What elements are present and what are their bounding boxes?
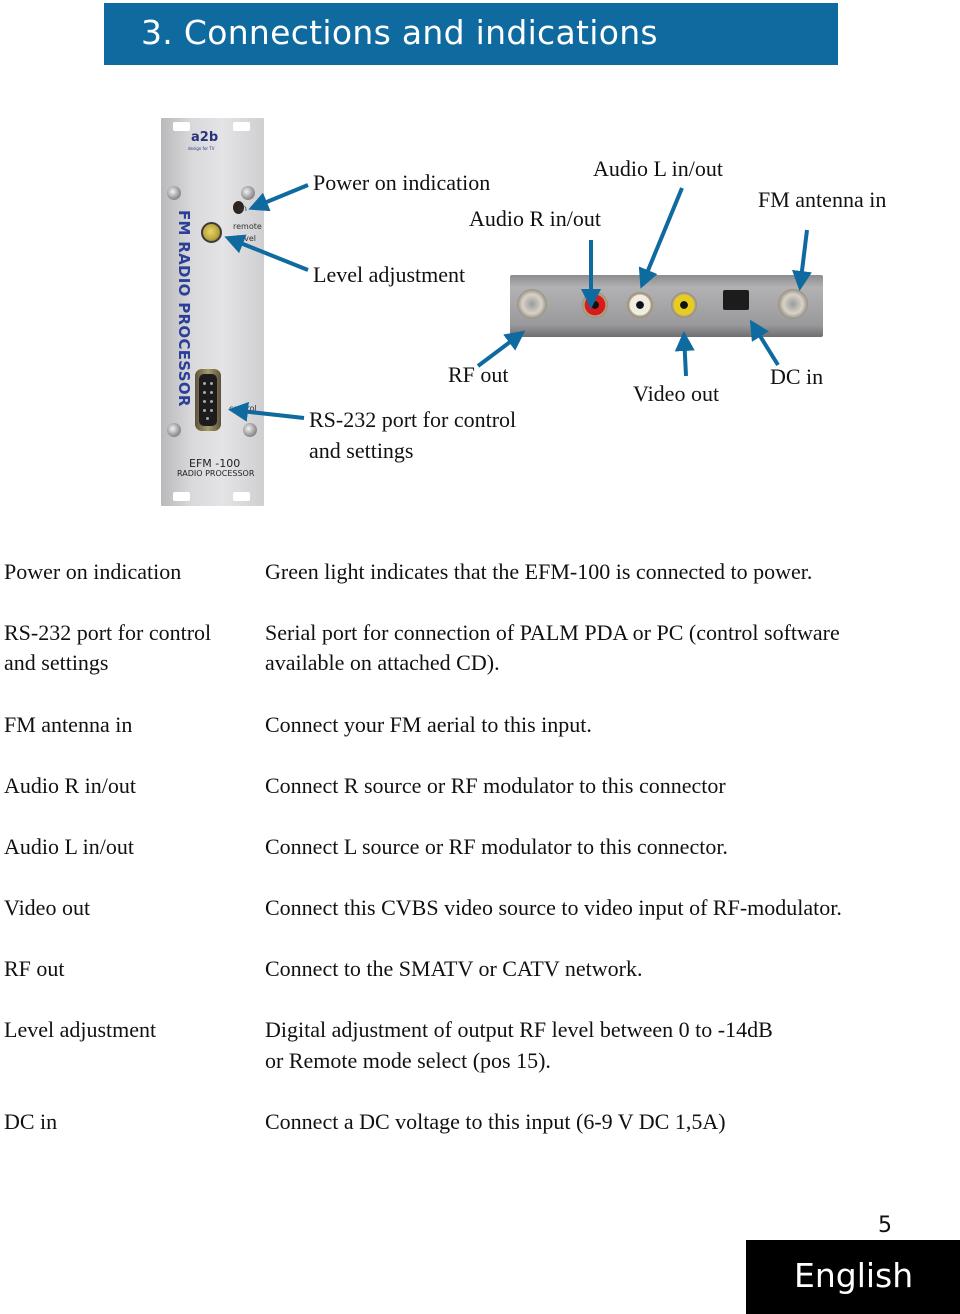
callout-rs232-line1: RS-232 port for control [309, 407, 517, 432]
mounting-slot [233, 492, 250, 501]
row-description: or Remote mode select (pos 15). [265, 1048, 551, 1073]
callout-audio-l: Audio L in/out [593, 156, 723, 181]
row-label: FM antenna in [4, 712, 133, 737]
row-label: Power on indication [4, 559, 182, 584]
level-knob-icon [201, 222, 222, 243]
callout-rs232-line2: and settings [309, 438, 414, 463]
fm-antenna-connector-icon [778, 289, 808, 319]
screw-icon [243, 423, 257, 437]
rs232-port-icon [195, 369, 221, 431]
knob-label-remote: remote [233, 222, 262, 231]
brand-tagline: design for TV [188, 146, 215, 151]
row-description: available on attached CD). [265, 650, 500, 675]
arrow-video-out [674, 331, 695, 377]
video-out-connector-icon [671, 292, 697, 318]
row-description: Digital adjustment of output RF level be… [265, 1017, 773, 1042]
language-label: English [794, 1256, 914, 1295]
mounting-slot [173, 122, 190, 131]
port-label: control [229, 404, 257, 413]
mounting-slot [173, 492, 190, 501]
panel-model-subtitle: RADIO PROCESSOR [177, 469, 255, 478]
row-description: Connect L source or RF modulator to this… [265, 834, 728, 859]
screw-icon [241, 186, 255, 200]
callout-fm-antenna: FM antenna in [758, 187, 887, 212]
section-title: 3. Connections and indications [141, 13, 658, 52]
page-number: 5 [878, 1213, 892, 1238]
screw-icon [167, 423, 181, 437]
callout-power-on: Power on indication [313, 170, 491, 195]
row-label: Level adjustment [4, 1017, 157, 1042]
row-label: RS-232 port for control [4, 620, 212, 645]
rf-out-connector-icon [517, 289, 547, 319]
knob-label-level: level [237, 234, 257, 243]
row-description: Connect to the SMATV or CATV network. [265, 956, 643, 981]
callout-dc-in: DC in [770, 364, 824, 389]
callout-audio-r: Audio R in/out [469, 206, 602, 231]
screw-icon [167, 186, 181, 200]
brand-logo: a2b [191, 130, 219, 145]
row-label: DC in [4, 1109, 58, 1134]
row-description: Connect your FM aerial to this input. [265, 712, 592, 737]
row-label: Audio R in/out [4, 773, 137, 798]
row-label: RF out [4, 956, 65, 981]
row-label: Audio L in/out [4, 834, 134, 859]
led-label: on [237, 204, 247, 213]
callout-rf-out: RF out [448, 362, 509, 387]
row-label: Video out [4, 895, 91, 920]
audio-r-connector-icon [582, 292, 608, 318]
row-description: Green light indicates that the EFM-100 i… [265, 559, 813, 584]
row-description: Connect a DC voltage to this input (6-9 … [265, 1109, 726, 1134]
callout-level-adjustment: Level adjustment [313, 262, 466, 287]
dc-in-connector-icon [723, 290, 749, 310]
callout-video-out: Video out [633, 381, 720, 406]
row-description: Connect R source or RF modulator to this… [265, 773, 726, 798]
row-label: and settings [4, 650, 109, 675]
arrow-audio-l [638, 187, 684, 289]
front-panel-image: a2b design for TV FM RADIO PROCESSOR on … [161, 118, 264, 506]
audio-l-connector-icon [627, 292, 653, 318]
row-description: Serial port for connection of PALM PDA o… [265, 620, 840, 645]
section-title-bar: 3. Connections and indications [104, 3, 838, 65]
language-tab: English [746, 1240, 960, 1314]
callout-arrows [224, 183, 812, 422]
rear-connector-image [510, 275, 823, 337]
mounting-slot [233, 122, 250, 131]
row-description: Connect this CVBS video source to video … [265, 895, 842, 920]
